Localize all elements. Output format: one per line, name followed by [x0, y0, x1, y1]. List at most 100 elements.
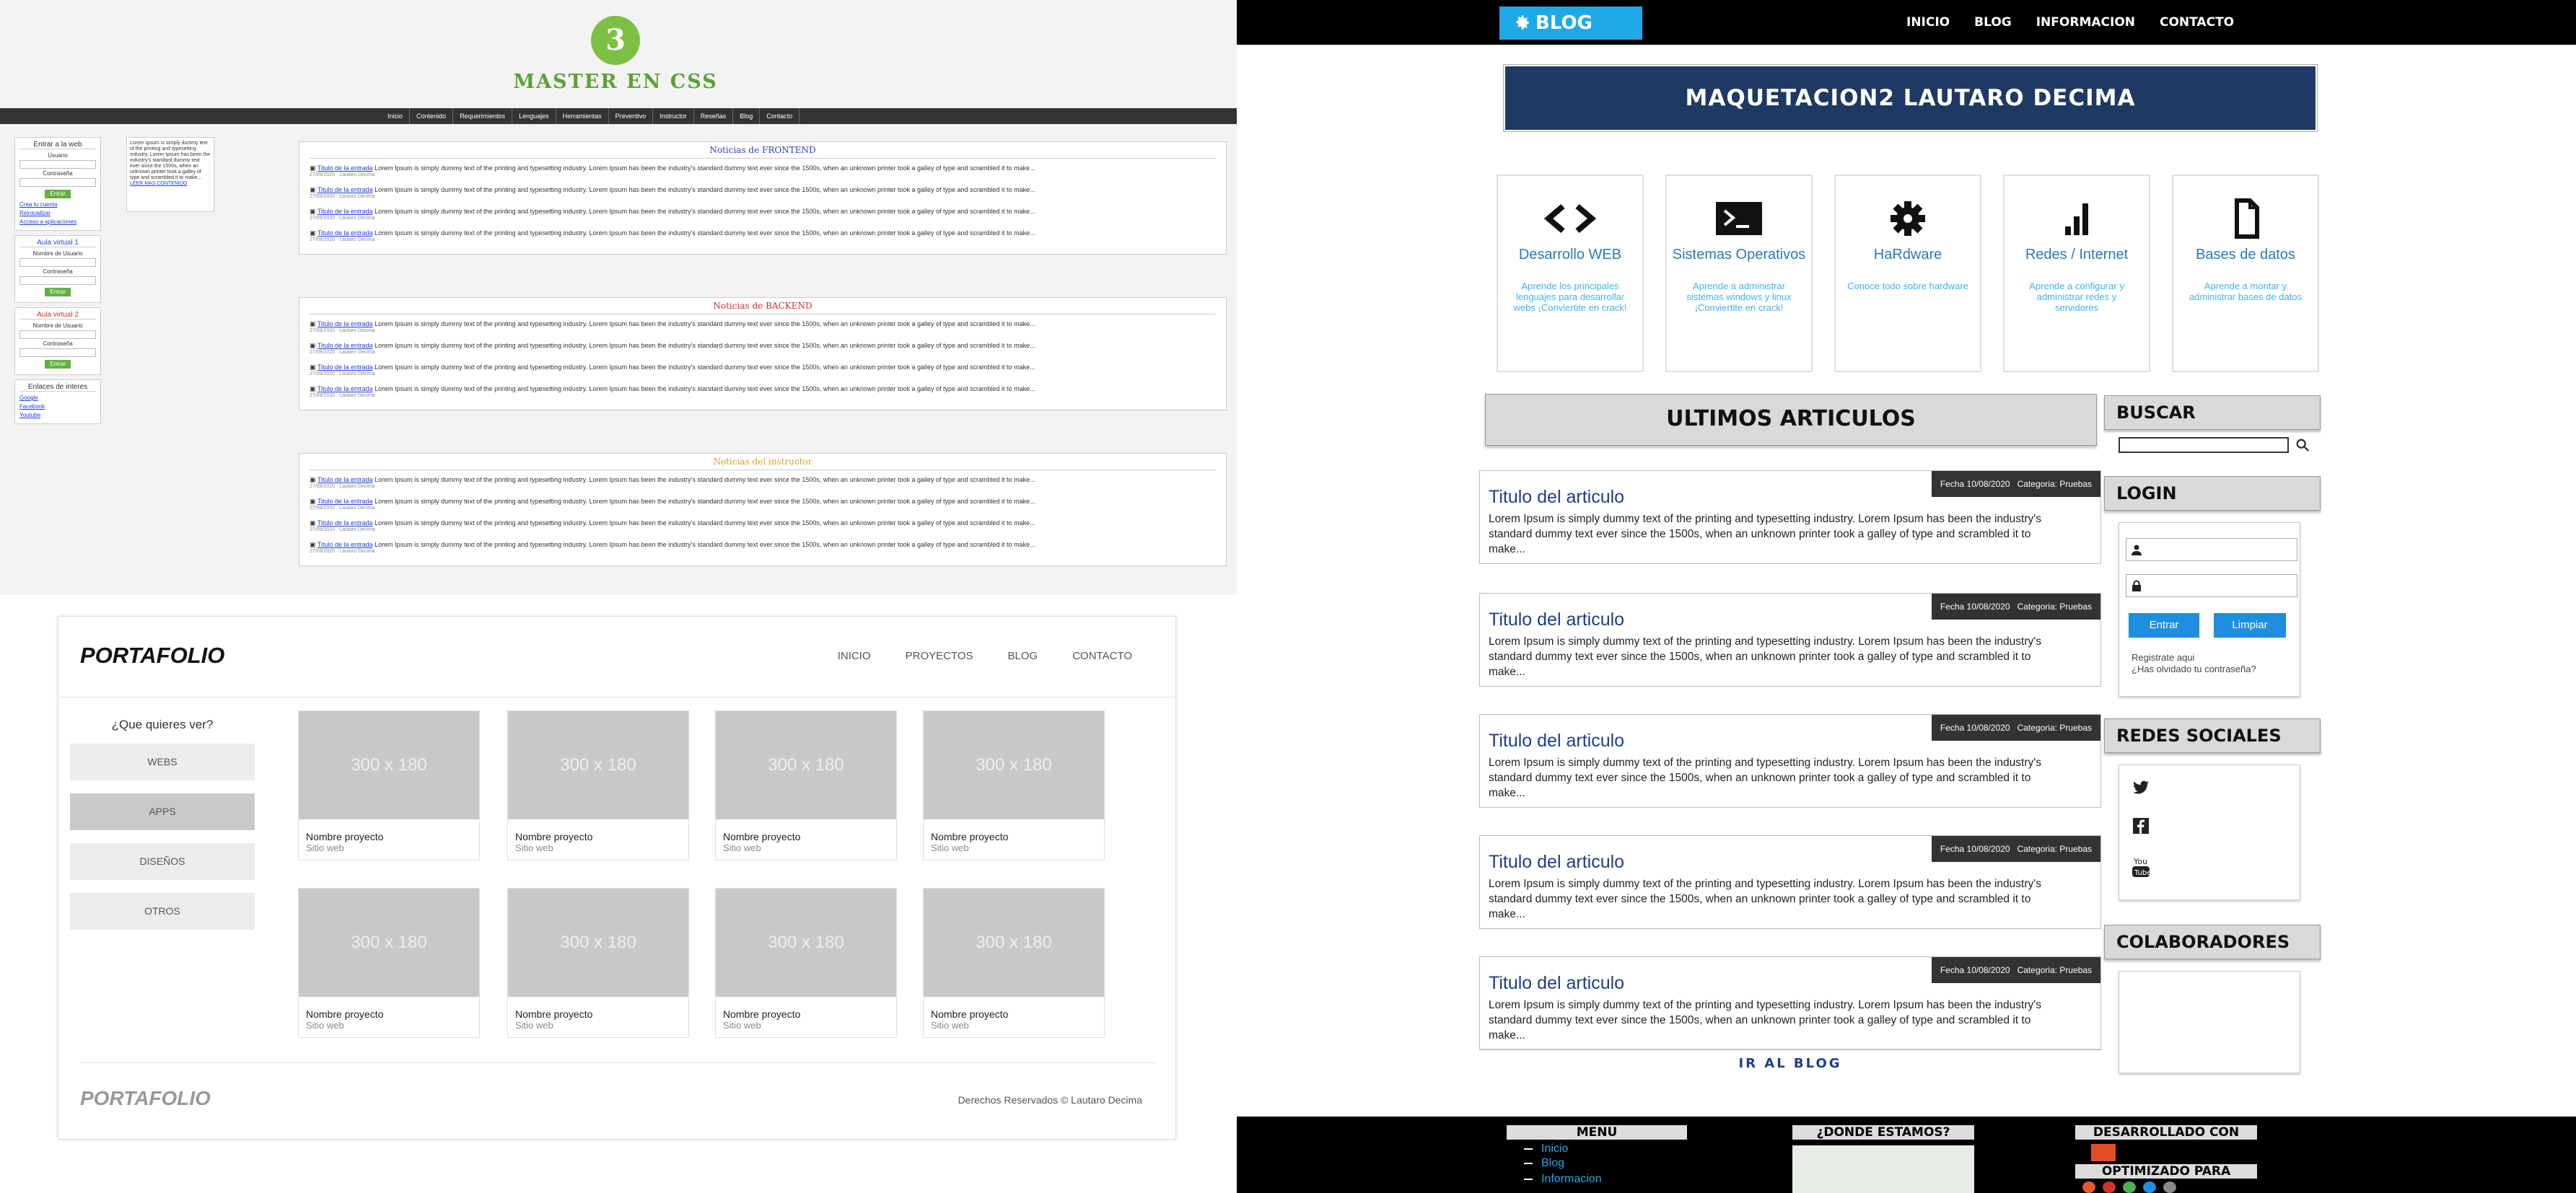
- google-link[interactable]: Google: [19, 395, 96, 401]
- clear-button[interactable]: Limpiar: [2214, 613, 2286, 638]
- nav-informacion[interactable]: INFORMACION: [2036, 0, 2135, 45]
- password-input[interactable]: [2126, 574, 2297, 597]
- news-item-link[interactable]: Titulo de la entrada: [317, 519, 373, 527]
- footer-divider: [80, 1062, 1155, 1063]
- project-card[interactable]: 300 x 180 Nombre proyecto Sitio web: [298, 710, 480, 860]
- project-card[interactable]: 300 x 180 Nombre proyecto Sitio web: [715, 888, 897, 1038]
- forgot-password-link[interactable]: ¿Has olvidado tu contraseña?: [2132, 664, 2256, 674]
- login-button[interactable]: Entrar: [45, 190, 71, 198]
- news-item-link[interactable]: Titulo de la entrada: [317, 541, 373, 548]
- nav-item[interactable]: Inicio: [381, 108, 411, 124]
- nav-item[interactable]: Reseñas: [694, 108, 734, 124]
- project-card[interactable]: 300 x 180 Nombre proyecto Sitio web: [507, 888, 689, 1038]
- filter-apps[interactable]: APPS: [70, 793, 255, 830]
- article-title[interactable]: Titulo del articulo: [1489, 852, 1624, 873]
- news-item-link[interactable]: Titulo de la entrada: [317, 364, 373, 371]
- create-account-link[interactable]: Crea tu cuenta: [19, 201, 96, 208]
- nav-contacto[interactable]: CONTACTO: [1072, 650, 1132, 662]
- gear-icon: [1512, 9, 1531, 30]
- news-item-link[interactable]: Titulo de la entrada: [317, 476, 373, 483]
- username-input[interactable]: [2126, 538, 2297, 561]
- news-item-line: ▣ Titulo de la entrada Lorem Ipsum is si…: [310, 476, 1035, 483]
- twitter-icon[interactable]: [2132, 779, 2150, 796]
- enter-button[interactable]: Entrar: [2129, 613, 2199, 638]
- project-card[interactable]: 300 x 180 Nombre proyecto Sitio web: [715, 710, 897, 860]
- nav-item[interactable]: Requerimientos: [453, 108, 513, 124]
- feature-card[interactable]: HaRdware Conoce todo sobre hardware: [1834, 175, 1981, 372]
- nav-inicio[interactable]: INICIO: [838, 650, 871, 662]
- news-item-link[interactable]: Titulo de la entrada: [317, 498, 373, 505]
- news-item-link[interactable]: Titulo de la entrada: [317, 229, 373, 237]
- youtube-link[interactable]: Youtube: [19, 412, 96, 418]
- search-icon[interactable]: [2295, 437, 2310, 453]
- filter-disenos[interactable]: DISEÑOS: [70, 843, 255, 880]
- article-title[interactable]: Titulo del articulo: [1489, 487, 1624, 508]
- main-nav: Inicio Contenido Requerimientos Lenguajes He…: [0, 108, 1237, 124]
- project-card[interactable]: 300 x 180 Nombre proyecto Sitio web: [923, 710, 1105, 860]
- facebook-link[interactable]: Facebook: [19, 403, 96, 410]
- aula1-button[interactable]: Entrar: [45, 288, 71, 296]
- nav-blog[interactable]: BLOG: [1008, 650, 1038, 662]
- news-item-link[interactable]: Titulo de la entrada: [317, 186, 373, 193]
- nav-contacto[interactable]: CONTACTO: [2160, 0, 2234, 45]
- nav-item[interactable]: Lenguajes: [512, 108, 556, 124]
- aula2-button[interactable]: Entrar: [45, 360, 71, 369]
- read-more-link[interactable]: LEER MAS CONTENIDO: [130, 181, 187, 186]
- news-item-link[interactable]: Titulo de la entrada: [317, 385, 373, 392]
- aula1-user-input[interactable]: [19, 258, 96, 267]
- aula1-pass-input[interactable]: [19, 276, 96, 285]
- nav-item[interactable]: Preventivo: [609, 108, 654, 124]
- news-item-link[interactable]: Titulo de la entrada: [317, 164, 373, 172]
- header: 3 MASTER EN CSS: [0, 0, 1237, 108]
- article-title[interactable]: Titulo del articulo: [1489, 731, 1624, 752]
- nav-inicio[interactable]: INICIO: [1906, 0, 1950, 45]
- go-to-blog-link[interactable]: IR AL BLOG: [1479, 1049, 2101, 1078]
- feature-card[interactable]: Sistemas Operativos Aprende a administrar…: [1665, 175, 1813, 372]
- filter-webs[interactable]: WEBS: [70, 744, 255, 780]
- aula2-user-input[interactable]: [19, 330, 96, 339]
- feature-card[interactable]: Desarrollo WEB Aprende los principales le…: [1497, 175, 1644, 372]
- article-card: Fecha 10/08/2020 Categoria: Pruebas Titul…: [1479, 956, 2101, 1050]
- register-link[interactable]: Registrate aqui: [2132, 652, 2194, 663]
- apps-link[interactable]: Acceso a aplicaciones: [19, 219, 96, 225]
- project-card[interactable]: 300 x 180 Nombre proyecto Sitio web: [923, 888, 1105, 1038]
- project-type: Sitio web: [515, 842, 553, 853]
- article-title[interactable]: Titulo del articulo: [1489, 609, 1624, 630]
- news-item-link[interactable]: Titulo de la entrada: [317, 342, 373, 349]
- project-thumbnail: 300 x 180: [508, 889, 688, 997]
- footer-link-blog[interactable]: Blog: [1524, 1157, 1564, 1170]
- gear-icon: [1879, 198, 1937, 239]
- brand-logo[interactable]: PORTAFOLIO: [80, 643, 224, 669]
- facebook-icon[interactable]: [2133, 818, 2149, 834]
- map-image[interactable]: [1792, 1145, 1974, 1193]
- feature-card[interactable]: Bases de datos Aprende a montar y adminis…: [2172, 175, 2319, 372]
- nav-item[interactable]: Blog: [733, 108, 761, 124]
- article-title[interactable]: Titulo del articulo: [1489, 973, 1624, 994]
- nav-item[interactable]: Contenido: [410, 108, 454, 124]
- filter-otros[interactable]: OTROS: [70, 893, 255, 930]
- footer-link-informacion[interactable]: Informacion: [1524, 1173, 1602, 1186]
- user-label: Usuario: [48, 152, 68, 159]
- pass-input[interactable]: [19, 178, 96, 187]
- nav-item[interactable]: Instructor: [653, 108, 694, 124]
- news-item-meta: 27/09/2020 · Lautaro Decima: [310, 506, 375, 511]
- news-item-line: ▣ Titulo de la entrada Lorem Ipsum is si…: [310, 364, 1035, 371]
- youtube-icon[interactable]: You Tube: [2132, 855, 2151, 880]
- nav-proyectos[interactable]: PROYECTOS: [906, 650, 973, 662]
- footer-link-inicio[interactable]: Inicio: [1524, 1143, 1568, 1155]
- news-item-link[interactable]: Titulo de la entrada: [317, 208, 373, 215]
- reset-link[interactable]: Reinicializar: [19, 210, 96, 216]
- feature-card[interactable]: Redes / Internet Aprende a configurar y a…: [2003, 175, 2150, 372]
- project-card[interactable]: 300 x 180 Nombre proyecto Sitio web: [298, 888, 480, 1038]
- project-card[interactable]: 300 x 180 Nombre proyecto Sitio web: [507, 710, 689, 860]
- news-item-link[interactable]: Titulo de la entrada: [317, 320, 373, 327]
- aula2-pass-input[interactable]: [19, 348, 96, 357]
- nav-blog[interactable]: BLOG: [1974, 0, 2012, 45]
- feature-desc: Aprende a administrar sistemas windows y…: [1686, 281, 1792, 313]
- blog-brand[interactable]: BLOG: [1499, 6, 1642, 40]
- search-input[interactable]: [2119, 437, 2289, 453]
- nav-item[interactable]: Herramientas: [556, 108, 609, 124]
- nav-item[interactable]: Contacto: [760, 108, 800, 124]
- user-input[interactable]: [19, 160, 96, 169]
- footer-link-label: Blog: [1541, 1157, 1565, 1169]
